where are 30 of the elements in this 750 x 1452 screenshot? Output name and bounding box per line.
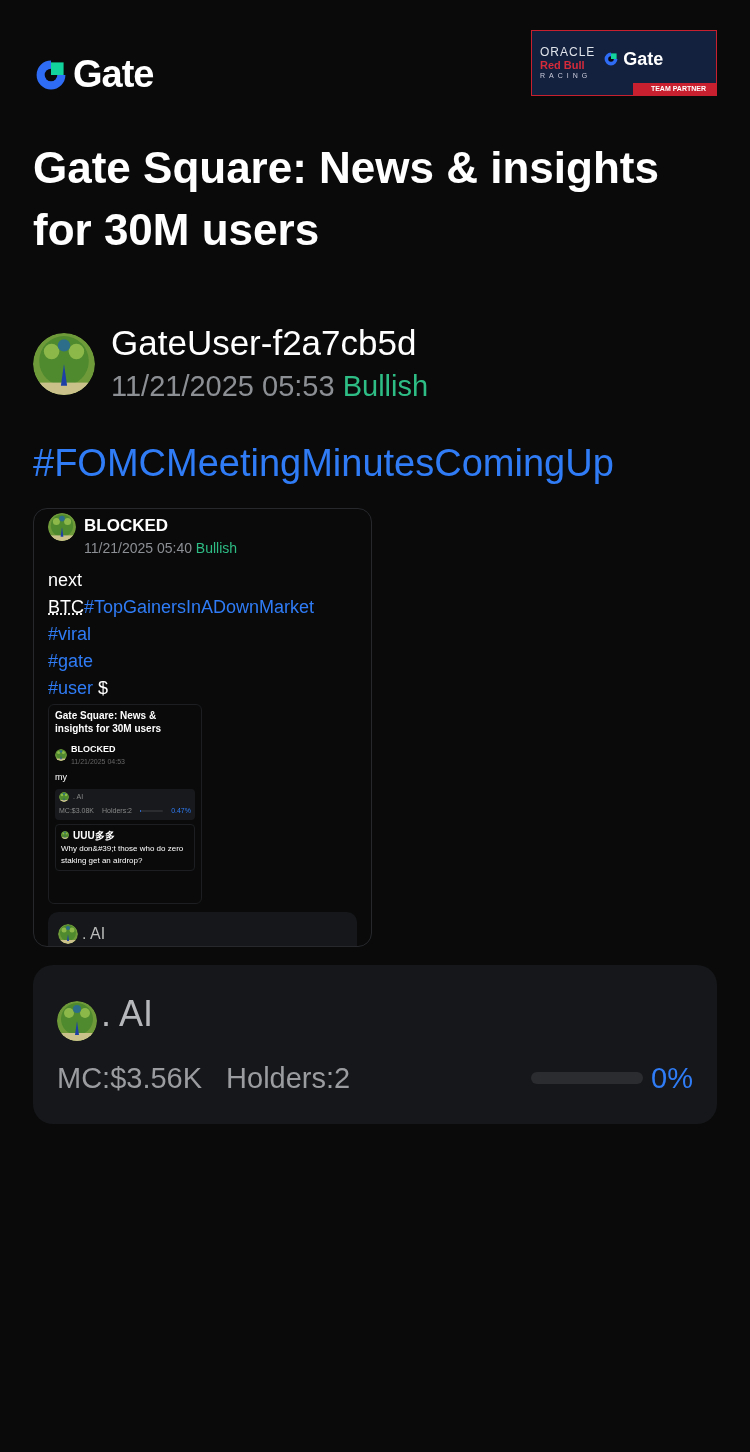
post-time: 11/21/2025 05:40 — [84, 540, 192, 556]
post-text: my — [55, 771, 68, 784]
page-title: Gate Square: News & insights for 30M users — [33, 142, 660, 256]
badge-text: Red Bull — [540, 59, 586, 72]
author-name: GateUser-f2a7cb5d — [111, 322, 418, 364]
market-cap: MC:$3.56K — [57, 1060, 203, 1096]
percent-label: 0% — [651, 1060, 693, 1096]
post-text: $ — [97, 678, 109, 698]
badge-text: ORACLE — [540, 45, 596, 59]
hashtag-link[interactable]: #FOMCMeetingMinutesComingUp — [33, 434, 717, 492]
logo-text: Gate — [73, 52, 154, 97]
post-text: next — [48, 570, 83, 590]
hashtag-link[interactable]: #user — [48, 678, 94, 698]
author-name: UUU多多 — [73, 828, 115, 843]
sentiment-label: Bullish — [195, 540, 238, 556]
comment-text: Why don&#39;t those who do zero staking get an airdrop? — [61, 842, 185, 867]
hashtag-link[interactable]: #gate — [48, 651, 94, 671]
gate-logo-icon — [603, 51, 620, 67]
screenshot-title: Gate Square: News & insights for 30M users — [55, 709, 163, 735]
author-name: BLOCKED — [84, 514, 170, 537]
ticker-text: BTC — [48, 597, 84, 617]
holders-count: Holders:2 — [226, 1060, 351, 1096]
badge-brand: Gate — [623, 47, 664, 71]
author-name: BLOCKED — [71, 743, 117, 756]
sentiment-label: Bullish — [342, 370, 429, 402]
post-time: 11/21/2025 05:53 — [111, 370, 335, 402]
hashtag-link[interactable]: #viral — [48, 624, 91, 644]
token-name: . AI — [101, 991, 154, 1036]
hashtag-link[interactable]: #TopGainersInADownMarket — [84, 597, 315, 617]
token-name: . AI — [82, 924, 106, 944]
